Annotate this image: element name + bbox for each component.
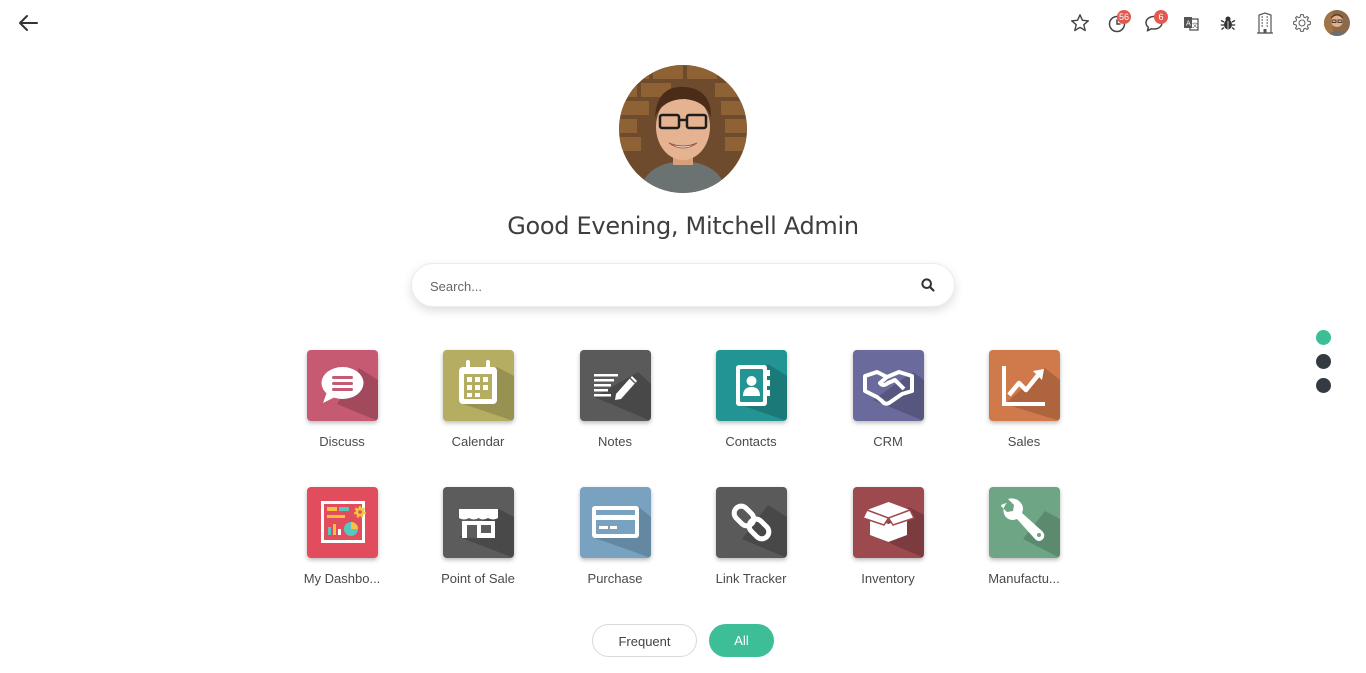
- search-input[interactable]: [428, 264, 912, 308]
- app-label: Manufactu...: [988, 571, 1060, 586]
- app-label: Calendar: [451, 434, 505, 449]
- app-crm[interactable]: CRM: [828, 350, 948, 449]
- dashboard-icon: [320, 501, 366, 543]
- app-label: Notes: [598, 434, 632, 449]
- arrow-left-icon: [19, 15, 38, 31]
- page-dot-3[interactable]: [1316, 378, 1331, 393]
- app-icon-calendar: [442, 350, 514, 421]
- app-icon-sales: [988, 350, 1060, 421]
- link-icon: [731, 503, 787, 558]
- trend-chart-icon: [1001, 366, 1060, 421]
- frequent-apps-button[interactable]: Frequent: [592, 624, 697, 657]
- app-calendar[interactable]: Calendar: [418, 350, 538, 449]
- app-contacts[interactable]: Contacts: [691, 350, 811, 449]
- greeting-text: Good Evening, Mitchell Admin: [507, 212, 859, 240]
- app-icon-notes: [579, 350, 651, 421]
- app-label: Discuss: [319, 434, 365, 449]
- app-icon-my-dashboard: [306, 487, 378, 558]
- bug-icon: [1220, 16, 1235, 31]
- messages-button[interactable]: 6: [1135, 9, 1172, 37]
- app-notes[interactable]: Notes: [555, 350, 675, 449]
- search-icon: [921, 278, 935, 292]
- search-bar: [411, 263, 955, 308]
- systray: 56 6 A 文: [1061, 9, 1350, 37]
- box-icon: [861, 502, 924, 558]
- avatar-image: [1324, 10, 1350, 36]
- search-button[interactable]: [920, 277, 936, 293]
- company-switcher-button[interactable]: [1246, 9, 1283, 37]
- app-label: My Dashbo...: [303, 571, 381, 586]
- language-button[interactable]: A 文: [1172, 9, 1209, 37]
- app-icon-inventory: [852, 487, 924, 558]
- all-apps-button[interactable]: All: [709, 624, 774, 657]
- app-point-of-sale[interactable]: Point of Sale: [418, 487, 538, 586]
- settings-button[interactable]: [1283, 9, 1320, 37]
- translate-icon: A 文: [1183, 17, 1199, 31]
- star-icon: [1070, 14, 1089, 32]
- address-book-icon: [735, 364, 787, 421]
- home-menu: 56 6 A 文 Good Evening, Mitchell Admin Se…: [0, 0, 1366, 673]
- app-label: Point of Sale: [441, 571, 515, 586]
- calendar-icon: [458, 360, 514, 421]
- app-inventory[interactable]: Inventory: [828, 487, 948, 586]
- app-icon-purchase: [579, 487, 651, 558]
- app-manufacturing[interactable]: Manufactu...: [964, 487, 1084, 586]
- app-label: Contacts: [725, 434, 777, 449]
- debug-button[interactable]: [1209, 9, 1246, 37]
- app-icon-crm: [852, 350, 924, 421]
- wrench-icon: [1000, 498, 1060, 558]
- app-icon-manufacturing: [988, 487, 1060, 558]
- app-link-tracker[interactable]: Link Tracker: [691, 487, 811, 586]
- app-label: Inventory: [861, 571, 915, 586]
- svg-text:A: A: [1186, 20, 1191, 28]
- chat-icon: [321, 367, 378, 421]
- app-discuss[interactable]: Discuss: [282, 350, 402, 449]
- profile-image: [619, 65, 747, 193]
- app-label: Sales: [1007, 434, 1041, 449]
- note-pencil-icon: [593, 372, 651, 421]
- app-label: Link Tracker: [715, 571, 787, 586]
- svg-text:文: 文: [1192, 22, 1198, 30]
- activities-badge: 56: [1117, 10, 1132, 24]
- handshake-icon: [862, 370, 924, 421]
- app-icon-link-tracker: [715, 487, 787, 558]
- page-dot-1[interactable]: [1316, 330, 1331, 345]
- app-label: Purchase: [587, 571, 643, 586]
- favorites-button[interactable]: [1061, 9, 1098, 37]
- app-purchase[interactable]: Purchase: [555, 487, 675, 586]
- building-icon: [1256, 12, 1273, 34]
- page-dot-2[interactable]: [1316, 354, 1331, 369]
- app-icon-point-of-sale: [442, 487, 514, 558]
- messages-badge: 6: [1154, 10, 1168, 24]
- activities-button[interactable]: 56: [1098, 9, 1135, 37]
- credit-card-icon: [591, 506, 651, 558]
- gear-icon: [1292, 13, 1311, 33]
- app-label: CRM: [873, 434, 903, 449]
- back-button[interactable]: [14, 10, 42, 36]
- store-icon: [458, 509, 514, 558]
- app-icon-contacts: [715, 350, 787, 421]
- app-my-dashboard[interactable]: My Dashbo...: [282, 487, 402, 586]
- app-sales[interactable]: Sales: [964, 350, 1084, 449]
- user-avatar[interactable]: [1324, 10, 1350, 36]
- profile-photo: [619, 65, 747, 193]
- app-icon-discuss: [306, 350, 378, 421]
